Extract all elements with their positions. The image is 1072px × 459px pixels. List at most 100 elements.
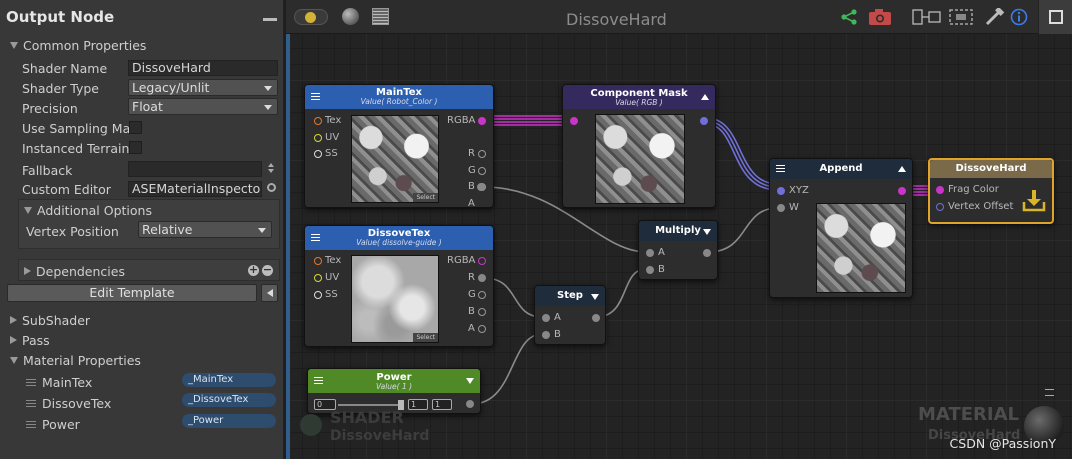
mat-prop-item[interactable]: Power: [26, 415, 80, 433]
palette-menu-icon[interactable]: [1045, 389, 1054, 396]
mat-prop-name-pill[interactable]: _MainTex: [182, 373, 276, 387]
step-node[interactable]: Step A B: [534, 285, 606, 345]
output-pin[interactable]: [592, 314, 600, 322]
maintex-node[interactable]: MainTex Value( Robot_Color ) Tex UV SS S…: [304, 84, 494, 209]
code-view-icon[interactable]: [372, 8, 390, 26]
node-menu-icon[interactable]: [311, 93, 320, 100]
output-pin[interactable]: [898, 187, 906, 195]
screenshot-camera-icon[interactable]: [868, 8, 892, 26]
pin-label: SS: [325, 289, 338, 300]
select-button[interactable]: Select: [413, 333, 438, 342]
precision-dropdown[interactable]: Float: [128, 98, 278, 115]
power-value-field[interactable]: 1: [408, 399, 428, 410]
expand-node-icon[interactable]: [703, 229, 711, 235]
output-pin[interactable]: [466, 400, 474, 408]
maximize-button[interactable]: [1038, 0, 1072, 34]
component-mask-node[interactable]: Component Mask Value( RGB ): [562, 84, 716, 208]
reset-icon[interactable]: [267, 183, 276, 192]
collapse-node-icon[interactable]: [898, 166, 906, 172]
power-slider-track[interactable]: [338, 404, 402, 406]
input-pin-b[interactable]: [646, 266, 654, 274]
remove-dependency-icon[interactable]: −: [262, 264, 273, 276]
material-properties-foldout[interactable]: Material Properties: [10, 351, 141, 369]
output-pin-g[interactable]: [478, 167, 486, 175]
collapse-node-icon[interactable]: [701, 94, 709, 100]
use-sampling-checkbox[interactable]: [129, 121, 142, 134]
material-watermark: MATERIAL: [918, 404, 1019, 425]
custom-editor-field[interactable]: ASEMaterialInspector: [128, 181, 262, 197]
maintex-output-pin-a[interactable]: [477, 183, 485, 191]
pass-foldout[interactable]: Pass: [10, 331, 50, 349]
input-pin-b[interactable]: [542, 331, 550, 339]
node-menu-icon[interactable]: [776, 165, 785, 172]
node-menu-icon[interactable]: [311, 234, 320, 241]
input-pin-tex[interactable]: [314, 117, 322, 125]
drag-handle-icon[interactable]: [26, 378, 36, 386]
mat-prop-name-pill[interactable]: _DissoveTex: [182, 393, 276, 407]
drag-handle-icon[interactable]: [26, 420, 36, 428]
dissovetex-node[interactable]: DissoveTex Value( dissolve-guide ) Tex U…: [304, 225, 494, 347]
output-pin-b[interactable]: [478, 308, 486, 316]
mat-prop-item[interactable]: DissoveTex: [26, 394, 111, 412]
expand-node-icon[interactable]: [466, 378, 474, 384]
input-pin-vertex-offset[interactable]: [936, 203, 944, 211]
output-pin-a[interactable]: [478, 325, 486, 333]
input-pin-frag-color[interactable]: [936, 186, 944, 194]
share-icon[interactable]: [840, 8, 858, 26]
precision-label: Precision: [22, 100, 78, 116]
input-pin-uv[interactable]: [314, 274, 322, 282]
fallback-field[interactable]: [128, 161, 262, 177]
live-toggle-icon[interactable]: [294, 8, 330, 26]
multiply-node[interactable]: Multiply A B: [638, 220, 718, 280]
clean-graph-brush-icon[interactable]: [984, 8, 1006, 26]
input-pin[interactable]: [570, 117, 578, 125]
expand-node-icon[interactable]: [591, 294, 599, 300]
shader-name-field[interactable]: DissoveHard: [128, 60, 278, 76]
output-pin[interactable]: [703, 249, 711, 257]
shader-type-dropdown[interactable]: Legacy/Unlit: [128, 79, 278, 96]
pin-label: UV: [325, 132, 340, 143]
mat-prop-name-pill[interactable]: _Power: [182, 414, 276, 428]
vertex-position-dropdown[interactable]: Relative: [138, 221, 272, 238]
output-pin[interactable]: [700, 117, 708, 125]
output-pin-r[interactable]: [478, 274, 486, 282]
append-node[interactable]: Append XYZ W: [769, 158, 913, 298]
select-button[interactable]: Select: [413, 193, 438, 202]
collapse-button[interactable]: [261, 284, 278, 302]
align-nodes-icon[interactable]: [912, 8, 942, 26]
minimize-icon[interactable]: [263, 18, 277, 21]
texture-preview[interactable]: Select: [351, 115, 439, 203]
input-pin-a[interactable]: [646, 249, 654, 257]
output-pin-r[interactable]: [478, 150, 486, 158]
input-pin-w[interactable]: [777, 204, 785, 212]
common-properties-foldout[interactable]: Common Properties: [10, 36, 146, 54]
mat-prop-item[interactable]: MainTex: [26, 373, 92, 391]
output-pin-rgba[interactable]: [478, 257, 486, 265]
output-pin-rgba[interactable]: [478, 117, 486, 125]
preview-sphere-icon[interactable]: [342, 8, 360, 26]
master-output-node[interactable]: DissoveHard Frag Color Vertex Offset: [928, 158, 1054, 224]
input-pin-tex[interactable]: [314, 257, 322, 265]
input-pin-a[interactable]: [542, 314, 550, 322]
instanced-terrain-checkbox[interactable]: [129, 141, 142, 154]
power-max-field[interactable]: 1: [432, 399, 452, 410]
edit-template-button[interactable]: Edit Template: [7, 284, 257, 302]
preview-thumbnail: [816, 203, 906, 293]
shader-watermark-name: DissoveHard: [330, 428, 430, 444]
info-icon[interactable]: [1010, 8, 1028, 26]
output-pin-g[interactable]: [478, 291, 486, 299]
input-pin-ss[interactable]: [314, 291, 322, 299]
group-nodes-icon[interactable]: [948, 8, 974, 26]
fallback-stepper-icon[interactable]: [268, 163, 274, 175]
add-dependency-icon[interactable]: +: [248, 264, 259, 276]
input-pin-ss[interactable]: [314, 150, 322, 158]
input-pin-xyz[interactable]: [777, 187, 785, 195]
texture-preview[interactable]: Select: [351, 255, 439, 343]
subshader-foldout[interactable]: SubShader: [10, 311, 90, 329]
drag-handle-icon[interactable]: [26, 399, 36, 407]
save-download-icon[interactable]: [1022, 188, 1046, 212]
node-menu-icon[interactable]: [314, 377, 323, 384]
input-pin-uv[interactable]: [314, 134, 322, 142]
additional-options-foldout[interactable]: Additional Options: [24, 201, 152, 219]
dependencies-foldout[interactable]: Dependencies: [24, 262, 125, 280]
